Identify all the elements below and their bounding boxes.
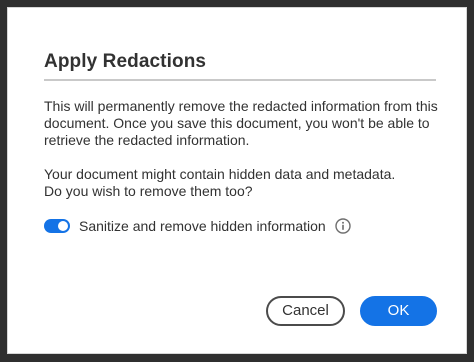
- ok-button[interactable]: OK: [360, 296, 437, 326]
- dialog-title: Apply Redactions: [44, 51, 207, 72]
- warning-message: This will permanently remove the redacte…: [44, 98, 444, 149]
- hidden-data-message: Your document might contain hidden data …: [44, 166, 444, 200]
- apply-redactions-dialog: Apply Redactions This will permanently r…: [7, 7, 467, 354]
- info-icon[interactable]: [335, 218, 351, 234]
- warning-message-line: document. Once you save this document, y…: [44, 115, 430, 131]
- sanitize-option: Sanitize and remove hidden information: [44, 216, 351, 236]
- warning-message-line: This will permanently remove the redacte…: [44, 98, 438, 114]
- hidden-data-message-line: Your document might contain hidden data …: [44, 166, 396, 182]
- cancel-button[interactable]: Cancel: [266, 296, 345, 326]
- title-divider: [44, 79, 436, 81]
- toggle-knob: [58, 221, 68, 231]
- warning-message-line: retrieve the redacted information.: [44, 132, 250, 148]
- sanitize-toggle-label: Sanitize and remove hidden information: [79, 218, 326, 234]
- sanitize-toggle[interactable]: [44, 219, 70, 233]
- hidden-data-message-line: Do you wish to remove them too?: [44, 183, 253, 199]
